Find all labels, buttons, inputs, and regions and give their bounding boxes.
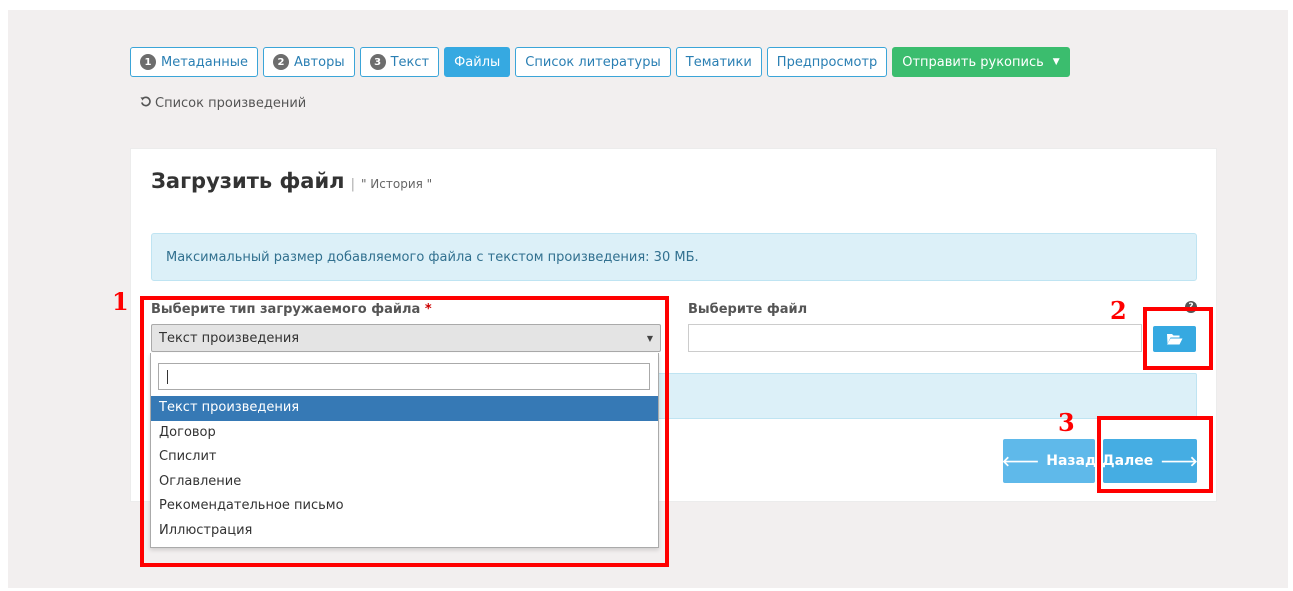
file-size-alert: Максимальный размер добавляемого файла с… [151,233,1197,281]
tab-label: Текст [390,54,430,70]
tab-label: Файлы [454,54,501,70]
tab-label: Список литературы [525,54,661,70]
wizard-tabs: 1 Метаданные 2 Авторы 3 Текст Файлы Спис… [130,47,1070,77]
back-button-label: Назад [1046,453,1097,469]
card-header: Загрузить файл | " История " [151,169,432,193]
tab-label: Метаданные [161,54,248,70]
undo-icon [140,96,151,111]
alert-text: Максимальный размер добавляемого файла с… [166,249,699,265]
tab-authors[interactable]: 2 Авторы [262,47,355,77]
tab-preview[interactable]: Предпросмотр [766,47,888,77]
annotation-box-3 [1097,416,1213,493]
tab-label: Предпросмотр [776,54,878,70]
info-panel [651,373,1197,419]
step-number-badge: 2 [272,54,289,70]
annotation-number-2: 2 [1110,296,1127,325]
tab-label: Отправить рукопись [902,54,1044,70]
arrow-left-icon: 🡐 [1001,453,1040,470]
caret-down-icon: ▼ [1052,57,1060,67]
file-path-input[interactable] [688,324,1142,352]
works-list-label: Список произведений [155,96,307,111]
tab-label: Авторы [293,54,345,70]
step-number-badge: 1 [140,54,156,70]
step-number-badge: 3 [369,54,386,70]
tab-topics[interactable]: Тематики [675,47,762,77]
choose-file-label: Выберите файл [688,302,808,317]
submit-manuscript-button[interactable]: Отправить рукопись ▼ [892,47,1070,77]
tab-metadata[interactable]: 1 Метаданные [130,47,258,77]
annotation-number-1: 1 [112,287,129,316]
tab-text[interactable]: 3 Текст [359,47,440,77]
annotation-box-1 [140,296,669,567]
tab-label: Тематики [685,54,752,70]
work-title: " История " [360,177,433,191]
back-button[interactable]: 🡐 Назад [1001,439,1097,483]
tab-files[interactable]: Файлы [444,47,511,77]
annotation-box-2 [1143,307,1213,370]
page-title: Загрузить файл [151,169,345,193]
tab-references[interactable]: Список литературы [515,47,671,77]
works-list-link[interactable]: Список произведений [140,96,306,111]
title-separator: | [350,177,355,192]
annotation-number-3: 3 [1058,408,1075,437]
